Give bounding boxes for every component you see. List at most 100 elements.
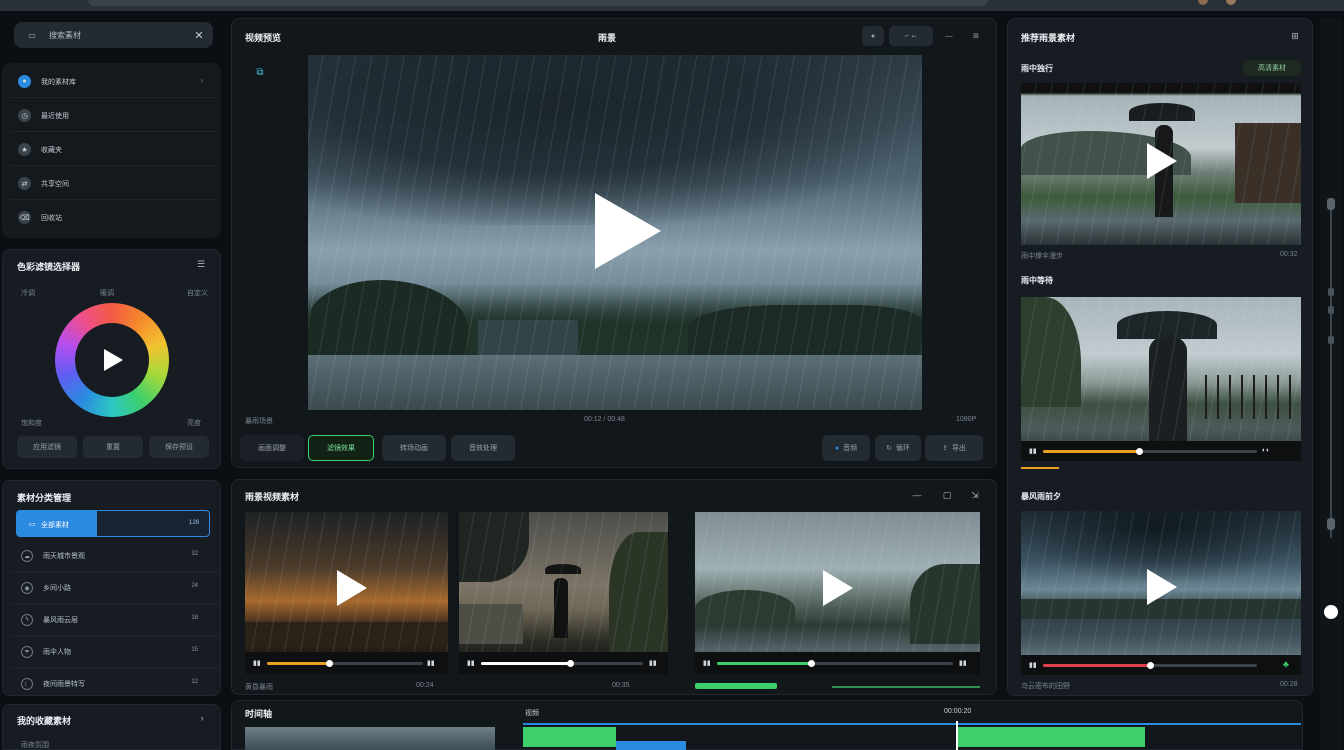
recommend-thumbnail[interactable]: ▮▮ ♣ — [1021, 511, 1301, 675]
tab-audio-fx[interactable]: 音效处理 — [451, 435, 515, 461]
clip-name: 黄昏暴雨 — [245, 684, 273, 691]
scroll-handle[interactable] — [1327, 198, 1335, 210]
minimize-icon[interactable]: — — [908, 488, 926, 502]
layer-icon[interactable]: ⧉ — [254, 66, 266, 78]
export-button[interactable]: ⇪ 导出 — [925, 435, 983, 461]
clip-play-icon[interactable]: ▮▮ — [703, 659, 711, 667]
clip-trim-bar[interactable] — [695, 683, 777, 689]
play-icon[interactable] — [595, 193, 661, 269]
clip-thumbnail[interactable]: ▮▮ ▮▮ — [459, 512, 668, 674]
crop-icon[interactable]: ⌐ ⌙ — [889, 26, 933, 46]
scroll-handle[interactable] — [1327, 518, 1335, 530]
save-preset-button[interactable]: 保存预设 — [149, 436, 209, 458]
clip-play-icon[interactable]: ▮▮ — [1029, 447, 1037, 455]
audio-button[interactable]: ● 音频 — [822, 435, 870, 461]
section-title: 雨中独行 — [1021, 64, 1053, 73]
progress-knob[interactable] — [1147, 662, 1154, 669]
nav-item-2[interactable]: ★ 收藏夹 — [10, 133, 217, 166]
clip-fullscreen-icon[interactable]: ▮▮ — [959, 659, 967, 667]
timeline-clip[interactable] — [957, 727, 1145, 747]
library-item-count: 15 — [191, 647, 198, 653]
library-item-count: 24 — [191, 583, 198, 589]
nav-item-3[interactable]: ⇄ 共享空间 — [10, 167, 217, 200]
grid-icon[interactable]: ▢ — [940, 488, 954, 502]
clip-progress-fill — [481, 662, 571, 665]
timeline-ruler — [523, 723, 1301, 725]
minimize-icon[interactable]: — — [938, 26, 960, 46]
library-item[interactable]: ◉ 乡间小路 24 — [11, 572, 218, 604]
close-icon[interactable]: ✕ — [192, 28, 206, 42]
nav-item-0[interactable]: ● 我的素材库 › — [10, 65, 217, 98]
loop-button[interactable]: ↻ 循环 — [875, 435, 921, 461]
nav-item-4[interactable]: ⌫ 回收站 — [10, 201, 217, 234]
library-selected-item[interactable]: ▭ 全部素材 128 — [16, 510, 210, 537]
library-item[interactable]: ☾ 夜间雨景特写 12 — [11, 668, 218, 700]
volume-icon[interactable]: ◖◗ — [1261, 447, 1269, 454]
timeline-panel: 时间轴 视频 00:00:20 — [231, 700, 1303, 750]
timeline-clip[interactable] — [616, 741, 686, 750]
clip-play-icon[interactable]: ▮▮ — [1029, 661, 1037, 669]
clip-thumbnail[interactable]: ▮▮ ▮▮ — [695, 512, 980, 674]
clip-fullscreen-icon[interactable]: ▮▮ — [427, 659, 435, 667]
clip-progress[interactable] — [717, 660, 953, 667]
search-input[interactable]: ▭ 搜索素材 ✕ — [14, 22, 213, 48]
recommend-duration: 00:32 — [1280, 251, 1298, 258]
library-selected-count: 128 — [188, 520, 199, 526]
avatar[interactable] — [1198, 0, 1208, 5]
record-icon[interactable]: ● — [862, 26, 884, 46]
chevron-right-icon[interactable]: › — [197, 713, 207, 723]
library-icon: ● — [18, 75, 31, 88]
section-title: 暴风雨前夕 — [1021, 492, 1061, 501]
clip-fullscreen-icon[interactable]: ▮▮ — [649, 659, 657, 667]
play-icon[interactable] — [337, 570, 367, 606]
nav-item-1[interactable]: ◷ 最近使用 — [10, 99, 217, 132]
clip-progress[interactable] — [481, 660, 643, 667]
main-video[interactable] — [308, 55, 922, 410]
palette-label-cool: 冷调 — [21, 290, 35, 297]
scroll-knob[interactable] — [1324, 605, 1338, 619]
clip-play-icon[interactable]: ▮▮ — [467, 659, 475, 667]
play-icon[interactable] — [1147, 143, 1177, 179]
clip-progress[interactable] — [267, 660, 423, 667]
expand-icon[interactable]: ⇲ — [968, 488, 982, 502]
recommend-progress[interactable] — [1043, 662, 1257, 669]
library-item[interactable]: ☂ 雨伞人物 15 — [11, 636, 218, 668]
umbrella-icon: ☂ — [21, 646, 33, 658]
recommend-caption: 乌云密布的田野 — [1021, 683, 1070, 690]
fullscreen-icon[interactable]: ⊞ — [965, 26, 987, 46]
play-icon[interactable] — [823, 570, 853, 606]
clip-thumbnail[interactable]: ▮▮ ▮▮ — [245, 512, 448, 674]
favorites-item[interactable]: 雨夜氛围 — [21, 740, 49, 750]
timeline-clip[interactable] — [523, 727, 616, 747]
color-wheel[interactable] — [55, 303, 169, 417]
playhead[interactable] — [956, 721, 958, 750]
track-label: 视频 — [525, 710, 539, 717]
scroll-marker — [1328, 336, 1334, 344]
grid-icon[interactable]: ⊞ — [1288, 29, 1302, 43]
avatar-secondary[interactable] — [1226, 0, 1236, 5]
clip-play-icon[interactable]: ▮▮ — [253, 659, 261, 667]
reset-button[interactable]: 重置 — [83, 436, 143, 458]
scroll-track[interactable] — [1330, 198, 1332, 538]
folder-icon: ▭ — [29, 521, 36, 528]
recommend-panel: 推荐雨景素材 ⊞ 雨中独行 高清素材 雨中撑伞漫步 00:32 雨中等待 ▮▮ … — [1007, 18, 1313, 696]
play-icon[interactable] — [104, 349, 123, 371]
recommend-thumbnail[interactable]: ▮▮ ◖◗ — [1021, 297, 1301, 461]
library-item[interactable]: ☁ 雨天城市景观 32 — [11, 540, 218, 572]
library-item-label: 暴风雨云层 — [43, 617, 78, 624]
apply-filter-button[interactable]: 应用滤镜 — [17, 436, 77, 458]
tab-filter[interactable]: 滤镜效果 — [308, 435, 374, 461]
recommend-thumbnail[interactable] — [1021, 83, 1301, 245]
play-icon[interactable] — [1147, 569, 1177, 605]
timeline-thumbnail[interactable] — [245, 727, 495, 750]
nav-item-label: 收藏夹 — [41, 147, 62, 154]
library-item[interactable]: ϟ 暴风雨云层 18 — [11, 604, 218, 636]
clip-name: 暴雨场景 — [245, 418, 273, 425]
tab-adjust[interactable]: 画面调整 — [240, 435, 304, 461]
address-field[interactable] — [88, 0, 988, 6]
tab-transition[interactable]: 转场动画 — [382, 435, 446, 461]
menu-icon[interactable]: ☰ — [195, 258, 207, 270]
recommend-progress[interactable] — [1043, 448, 1257, 455]
library-item-label: 夜间雨景特写 — [43, 681, 85, 688]
library-item-label: 雨天城市景观 — [43, 553, 85, 560]
